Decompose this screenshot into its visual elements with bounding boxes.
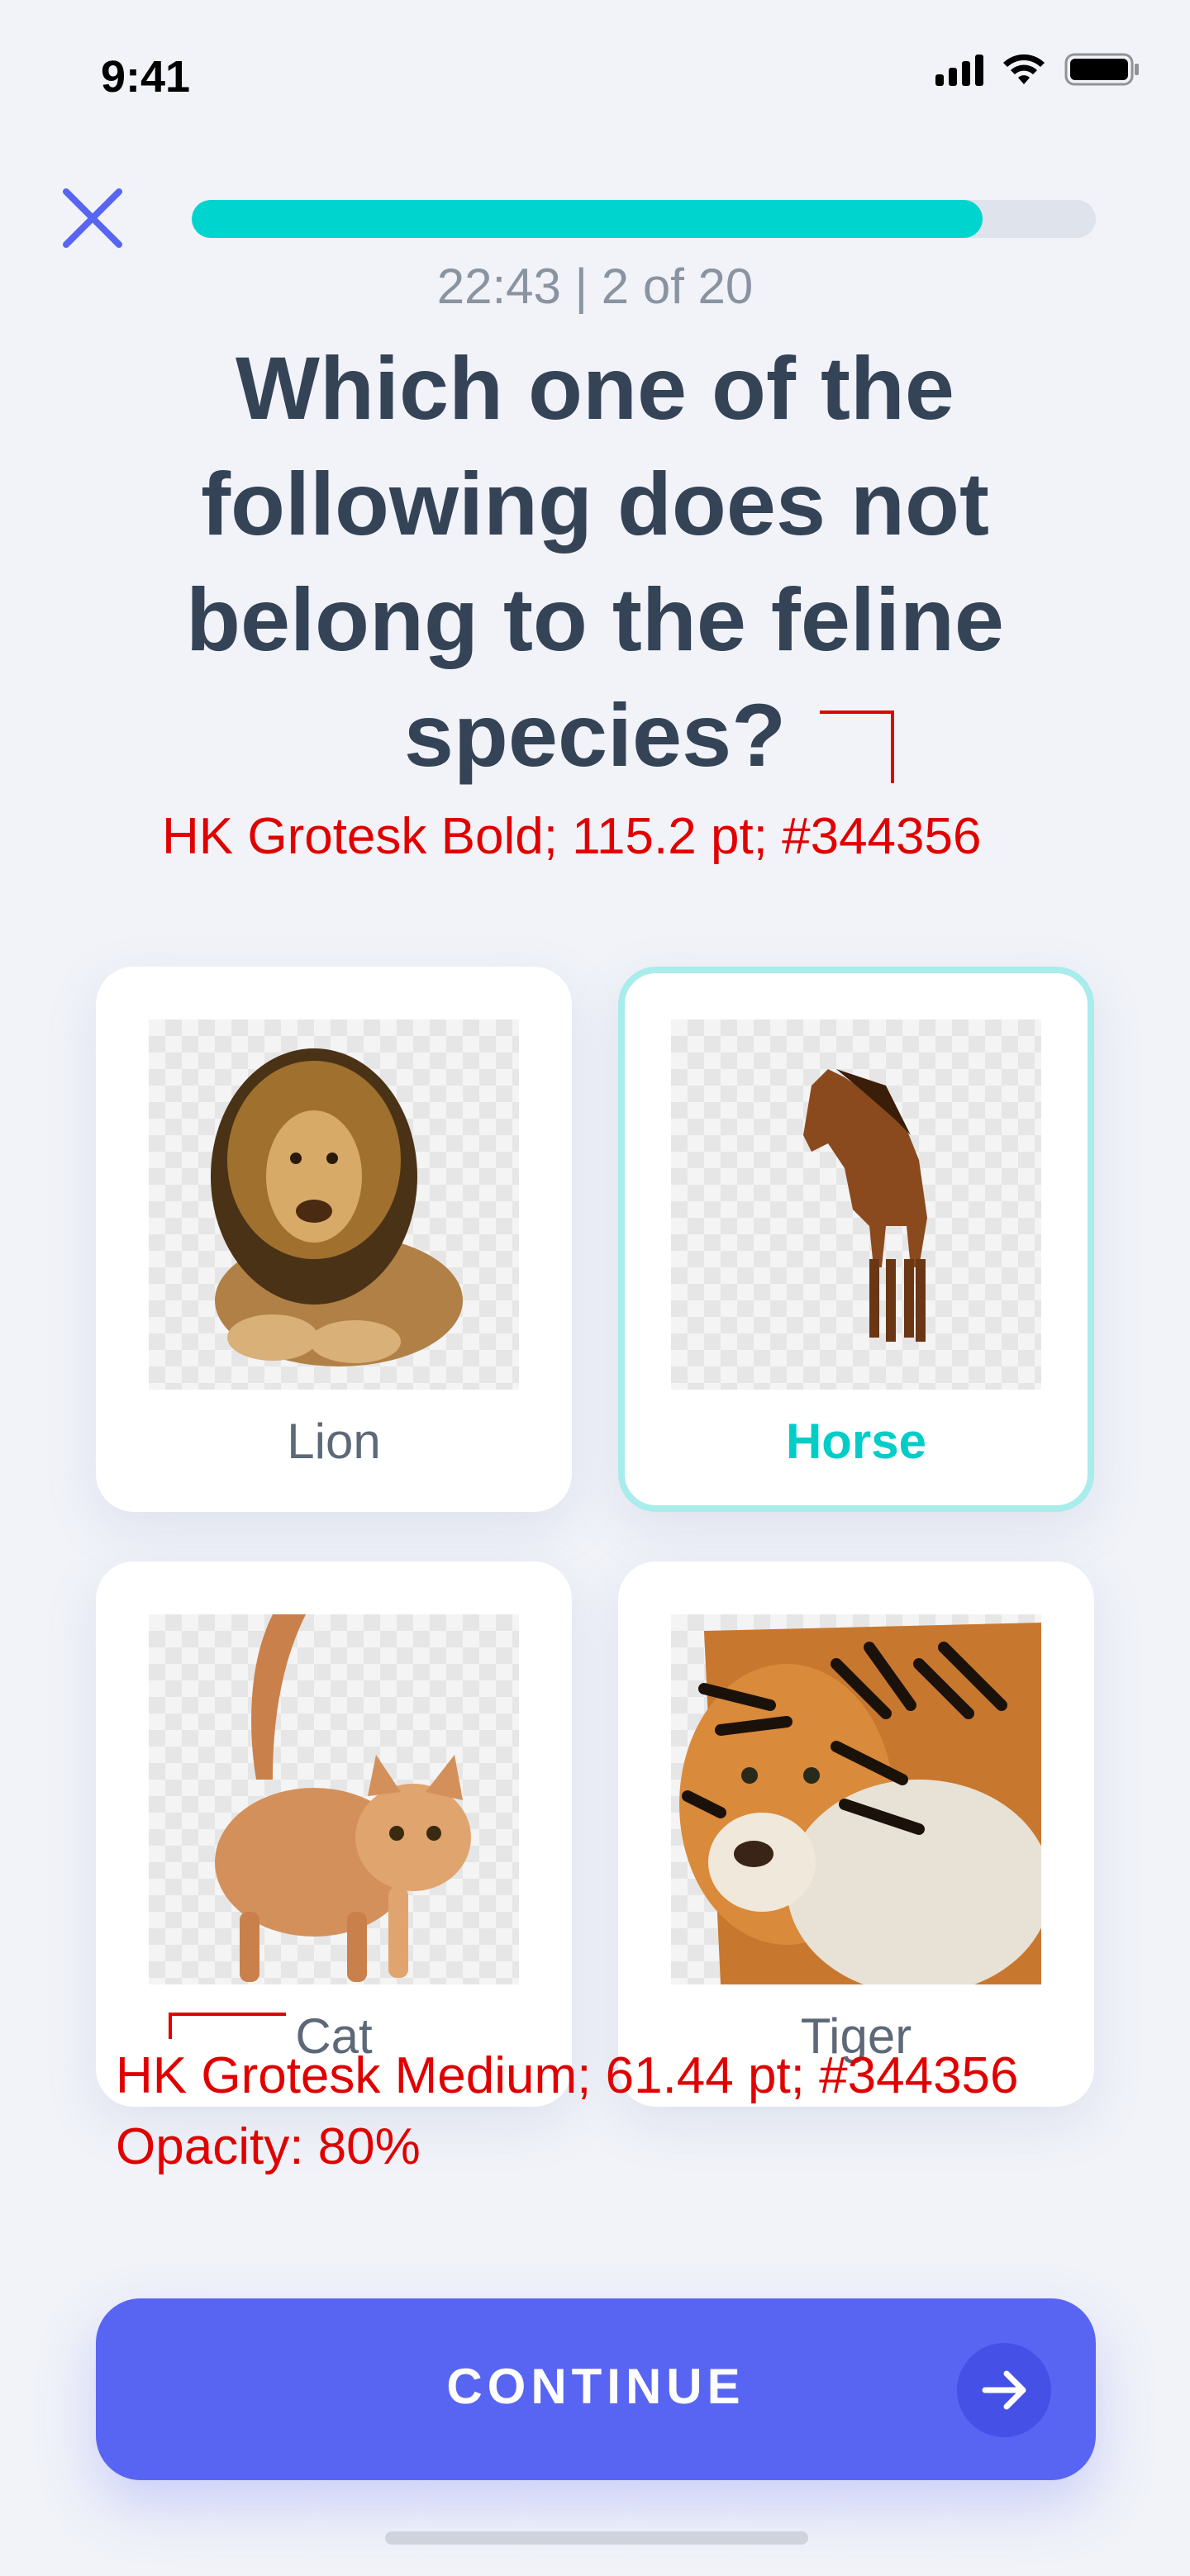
timer-counter: 22:43 | 2 of 20 [436,259,754,314]
cellular-signal-icon [935,53,983,86]
annotation-bracket-label [169,2013,286,2039]
horse-image [671,1019,1041,1390]
tiger-image [671,1614,1041,1984]
lion-illustration [211,1048,463,1366]
option-card-cat[interactable]: Cat [96,1561,572,2107]
option-card-horse[interactable]: Horse [618,967,1094,1512]
progress-fill [192,200,983,238]
wifi-icon [1003,54,1045,84]
cat-illustration [215,1614,471,1982]
horse-illustration [803,1069,927,1342]
annotation-question-spec: HK Grotesk Bold; 115.2 pt; #344356 [162,808,982,865]
question-text: Which one of the following does not belo… [165,330,1025,793]
cat-image [149,1614,519,1984]
option-card-lion[interactable]: Lion [96,967,572,1512]
quiz-screen: 9:41 22:43 | 2 of 20 Which one of the fo… [0,0,1190,2576]
question-emphasis: does not [616,454,989,554]
close-icon[interactable] [60,185,126,251]
annotation-bracket [820,711,894,783]
option-label: Lion [287,1414,381,1469]
option-label: Horse [785,1414,927,1469]
status-icons [935,51,1140,88]
arrow-right-icon [957,2343,1051,2437]
battery-icon [1064,53,1139,86]
annotation-label-spec-line1: HK Grotesk Medium; 61.44 pt; #344356 [116,2047,1019,2104]
annotation-label-spec-line2: Opacity: 80% [116,2118,421,2175]
home-indicator[interactable] [385,2531,808,2545]
status-time: 9:41 [101,52,191,102]
progress-bar [192,200,1096,238]
continue-label: CONTINUE [446,2359,745,2414]
continue-button[interactable]: CONTINUE [96,2298,1096,2480]
lion-image [149,1019,519,1390]
option-card-tiger[interactable]: Tiger [618,1561,1094,2107]
tiger-illustration [679,1623,1041,1984]
